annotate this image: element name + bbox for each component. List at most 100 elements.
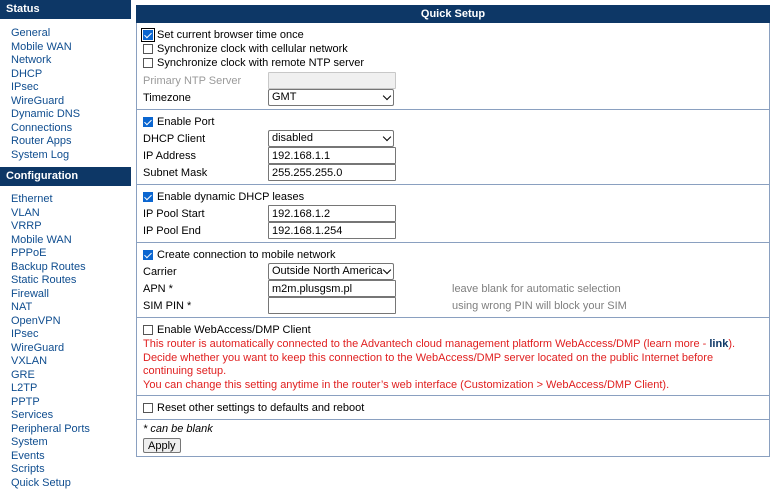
enable-dhcp-checkbox[interactable] (143, 191, 153, 202)
config-item-label[interactable]: PPTP (11, 396, 40, 408)
status-item[interactable]: IPsec (0, 81, 131, 95)
status-item-label[interactable]: Router Apps (11, 135, 72, 147)
config-item-label[interactable]: Quick Setup (11, 477, 71, 489)
status-item[interactable]: Mobile WAN (0, 41, 131, 55)
apply-button[interactable]: Apply (143, 438, 181, 453)
status-item[interactable]: General (0, 27, 131, 41)
config-item[interactable]: L2TP (0, 382, 131, 396)
dhcp-client-value: disabled (272, 132, 313, 144)
enable-port-checkbox[interactable] (143, 116, 153, 127)
status-item-label[interactable]: Connections (11, 122, 72, 134)
config-item[interactable]: OpenVPN (0, 315, 131, 329)
set-browser-time-checkbox[interactable] (141, 28, 155, 42)
status-menu: General Mobile WAN Network DHCP IPsec WireGua… (0, 19, 131, 162)
config-item[interactable]: IPsec (0, 328, 131, 342)
ip-address-label: IP Address (143, 149, 196, 162)
status-item[interactable]: DHCP (0, 68, 131, 82)
config-item-label[interactable]: GRE (11, 369, 35, 381)
status-item[interactable]: System Log (0, 149, 131, 163)
config-item-label[interactable]: Events (11, 450, 45, 462)
config-item-label[interactable]: OpenVPN (11, 315, 61, 327)
config-item-label[interactable]: System (11, 436, 48, 448)
config-item[interactable]: Services (0, 409, 131, 423)
config-item-label[interactable]: VXLAN (11, 355, 47, 367)
config-item-label[interactable]: IPsec (11, 328, 39, 340)
config-item-label[interactable]: Services (11, 409, 53, 421)
config-item-label[interactable]: VRRP (11, 220, 42, 232)
config-item-label[interactable]: L2TP (11, 382, 37, 394)
config-item-label[interactable]: Static Routes (11, 274, 76, 286)
learn-more-link[interactable]: link (709, 338, 728, 350)
chevron-down-icon (382, 91, 392, 101)
config-item-label[interactable]: Peripheral Ports (11, 423, 90, 435)
status-item-label[interactable]: Mobile WAN (11, 41, 72, 53)
config-item-label[interactable]: VLAN (11, 207, 40, 219)
config-item[interactable]: Quick Setup (0, 477, 131, 491)
config-item-label[interactable]: Backup Routes (11, 261, 86, 273)
dhcp-client-select[interactable]: disabled (268, 130, 394, 147)
quick-setup-form: Set current browser time once Synchroniz… (136, 23, 770, 457)
status-item-label[interactable]: WireGuard (11, 95, 64, 107)
status-item[interactable]: Network (0, 54, 131, 68)
ip-address-input[interactable] (268, 147, 396, 164)
config-item[interactable]: GRE (0, 369, 131, 383)
enable-mobile-checkbox[interactable] (143, 249, 153, 260)
config-item-label[interactable]: PPPoE (11, 247, 46, 259)
apn-input[interactable] (268, 280, 396, 297)
set-browser-time-label: Set current browser time once (157, 29, 304, 41)
ntp-server-input[interactable] (268, 72, 396, 89)
config-item[interactable]: NAT (0, 301, 131, 315)
config-item[interactable]: Backup Routes (0, 261, 131, 275)
reset-checkbox[interactable] (143, 402, 153, 413)
config-item[interactable]: Events (0, 450, 131, 464)
subnet-mask-input[interactable] (268, 164, 396, 181)
config-item[interactable]: Peripheral Ports (0, 423, 131, 437)
status-item-label[interactable]: Network (11, 54, 51, 66)
status-item-label[interactable]: DHCP (11, 68, 42, 80)
config-item-label[interactable]: NAT (11, 301, 32, 313)
pool-end-input[interactable] (268, 222, 396, 239)
config-item[interactable]: PPPoE (0, 247, 131, 261)
config-item[interactable]: PPTP (0, 396, 131, 410)
enable-wadmp-checkbox[interactable] (143, 324, 153, 335)
config-item-label[interactable]: Firewall (11, 288, 49, 300)
config-item[interactable]: System (0, 436, 131, 450)
reset-label: Reset other settings to defaults and reb… (157, 401, 365, 414)
status-item[interactable]: Router Apps (0, 135, 131, 149)
config-item-label[interactable]: Mobile WAN (11, 234, 72, 246)
config-item[interactable]: VLAN (0, 207, 131, 221)
sim-pin-input[interactable] (268, 297, 396, 314)
config-item-label[interactable]: Scripts (11, 463, 45, 475)
config-item[interactable]: Firewall (0, 288, 131, 302)
config-item[interactable]: Static Routes (0, 274, 131, 288)
carrier-select[interactable]: Outside North America (268, 263, 394, 280)
config-item[interactable]: Mobile WAN (0, 234, 131, 248)
status-item[interactable]: Dynamic DNS (0, 108, 131, 122)
timezone-select[interactable]: GMT (268, 89, 394, 106)
status-item-label[interactable]: Dynamic DNS (11, 108, 80, 120)
status-item-label[interactable]: General (11, 27, 50, 39)
carrier-value: Outside North America (272, 265, 383, 277)
config-item-label[interactable]: Ethernet (11, 193, 53, 205)
apn-label: APN * (143, 282, 173, 295)
config-item[interactable]: Scripts (0, 463, 131, 477)
status-item[interactable]: WireGuard (0, 95, 131, 109)
sidebar: Status General Mobile WAN Network DHCP IPsec… (0, 0, 131, 495)
sync-ntp-checkbox[interactable] (143, 58, 153, 68)
enable-wadmp-label: Enable WebAccess/DMP Client (157, 323, 311, 336)
config-item[interactable]: WireGuard (0, 342, 131, 356)
blank-note: * can be blank (143, 423, 213, 435)
status-item-label[interactable]: System Log (11, 149, 69, 161)
mobile-section: Create connection to mobile network Carr… (137, 243, 769, 318)
status-item[interactable]: Connections (0, 122, 131, 136)
pool-start-input[interactable] (268, 205, 396, 222)
chevron-down-icon (382, 132, 392, 142)
time-section: Set current browser time once Synchroniz… (137, 23, 769, 110)
config-item[interactable]: VXLAN (0, 355, 131, 369)
dhcp-section: Enable dynamic DHCP leases IP Pool Start… (137, 185, 769, 243)
config-item[interactable]: Ethernet (0, 193, 131, 207)
sync-cellular-checkbox[interactable] (143, 44, 153, 54)
status-item-label[interactable]: IPsec (11, 81, 39, 93)
config-item[interactable]: VRRP (0, 220, 131, 234)
config-item-label[interactable]: WireGuard (11, 342, 64, 354)
